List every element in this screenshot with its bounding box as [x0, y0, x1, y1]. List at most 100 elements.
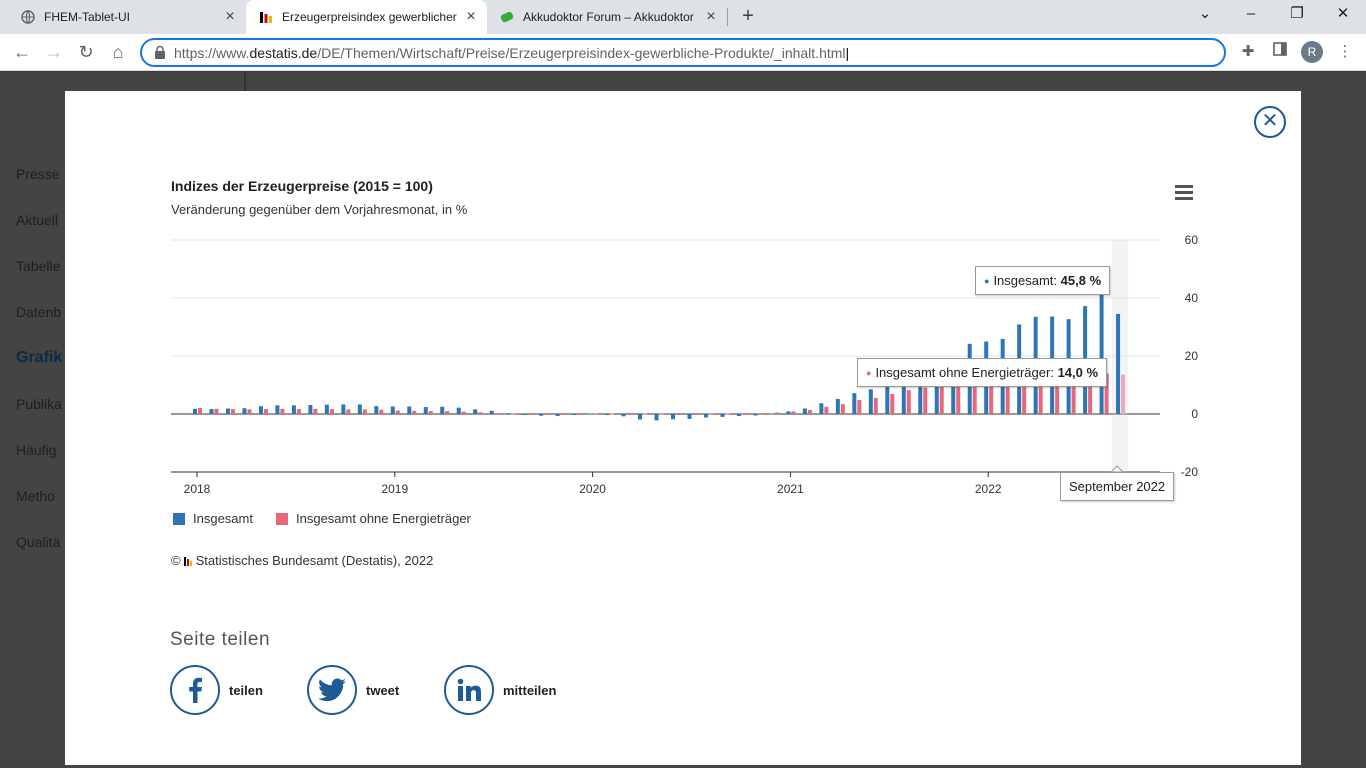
- bar-ohne-energie: [577, 414, 582, 415]
- tooltip-x-label: September 2022: [1060, 472, 1175, 501]
- bar-insgesamt: [456, 407, 461, 414]
- tab-akkudoktor[interactable]: Akkudoktor Forum – Akkudoktor ×: [487, 0, 727, 34]
- bar-insgesamt: [885, 383, 890, 414]
- background-nav-item: Häufig: [16, 442, 57, 458]
- bar-ohne-energie: [956, 382, 961, 414]
- chart-credit: © Statistisches Bundesamt (Destatis), 20…: [171, 553, 433, 568]
- bar-ohne-energie: [247, 409, 252, 414]
- background-nav-item: Datenb: [16, 304, 62, 320]
- bar-insgesamt: [275, 405, 280, 414]
- tab-fhem[interactable]: FHEM-Tablet-UI ×: [0, 0, 246, 34]
- close-tab-icon[interactable]: ×: [222, 9, 238, 25]
- legend-swatch: [173, 512, 185, 525]
- bar-ohne-energie: [725, 413, 730, 415]
- bar-ohne-energie: [857, 400, 862, 414]
- y-tick-label: 20: [1185, 349, 1199, 363]
- legend-item-ohne-energie[interactable]: Insgesamt ohne Energieträger: [276, 511, 471, 526]
- close-window-button[interactable]: ✕: [1320, 0, 1366, 30]
- bar-insgesamt: [193, 408, 197, 414]
- home-icon[interactable]: ⌂: [106, 40, 130, 64]
- x-tick-label: 2022: [975, 482, 1002, 496]
- bar-ohne-energie: [906, 390, 911, 414]
- bar-insgesamt: [802, 408, 807, 414]
- close-tab-icon[interactable]: ×: [703, 9, 719, 25]
- share-facebook-button[interactable]: teilen: [170, 665, 263, 715]
- bar-ohne-energie: [461, 411, 466, 414]
- bar-insgesamt: [753, 414, 758, 416]
- bar-insgesamt: [225, 408, 230, 414]
- bar-insgesamt: [671, 414, 676, 420]
- bar-insgesamt: [291, 405, 296, 414]
- bar-insgesamt: [374, 406, 379, 414]
- bar-ohne-energie: [560, 414, 565, 415]
- new-tab-button[interactable]: +: [737, 6, 759, 28]
- menu-dots-icon[interactable]: ⋮: [1335, 42, 1355, 62]
- bar-insgesamt: [687, 414, 692, 419]
- bar-insgesamt: [473, 409, 478, 414]
- restore-button[interactable]: ❐: [1274, 0, 1320, 30]
- bar-ohne-energie: [923, 387, 928, 414]
- tab-separator: [727, 8, 728, 26]
- close-tab-icon[interactable]: ×: [463, 9, 479, 25]
- bar-insgesamt: [638, 414, 643, 420]
- profile-avatar[interactable]: R: [1301, 41, 1323, 63]
- bar-ohne-energie: [428, 411, 433, 414]
- tab-title: Erzeugerpreisindex gewerblicher: [282, 10, 457, 24]
- share-twitter-button[interactable]: tweet: [307, 665, 399, 715]
- bar-ohne-energie: [659, 413, 664, 415]
- bar-insgesamt: [572, 414, 577, 415]
- copyright-icon: ©: [171, 553, 181, 568]
- bar-insgesamt: [440, 406, 445, 414]
- bar-insgesamt: [786, 411, 791, 414]
- bar-ohne-energie: [544, 414, 549, 415]
- tab-search-icon[interactable]: ⌄: [1182, 0, 1228, 30]
- back-icon[interactable]: ←: [10, 40, 34, 64]
- bar-ohne-energie: [494, 413, 499, 415]
- tab-title: FHEM-Tablet-UI: [44, 10, 131, 24]
- forward-icon[interactable]: →: [42, 40, 66, 64]
- bar-insgesamt: [703, 414, 708, 418]
- side-panel-icon[interactable]: [1270, 42, 1290, 62]
- url-text: https://www.destatis.de/DE/Themen/Wirtsc…: [174, 45, 850, 61]
- legend-item-insgesamt[interactable]: Insgesamt: [173, 511, 253, 526]
- bar-ohne-energie: [362, 409, 367, 414]
- bar-ohne-energie: [329, 409, 334, 414]
- tooltip-ohne-energie: ● Insgesamt ohne Energieträger: 14,0 %: [857, 358, 1108, 387]
- bar-insgesamt: [341, 404, 346, 414]
- x-tick-label: 2021: [777, 482, 804, 496]
- bar-insgesamt: [423, 407, 428, 414]
- bar-insgesamt: [242, 408, 247, 414]
- bar-ohne-energie: [346, 409, 351, 414]
- bar-ohne-energie: [791, 411, 796, 414]
- bar-insgesamt: [819, 403, 824, 414]
- bar-insgesamt: [605, 414, 610, 415]
- share-label: teilen: [229, 682, 263, 698]
- credit-text: Statistisches Bundesamt (Destatis), 2022: [195, 553, 434, 568]
- tab-destatis[interactable]: Erzeugerpreisindex gewerblicher ×: [246, 0, 487, 34]
- minimize-button[interactable]: –: [1228, 0, 1274, 30]
- bar-ohne-energie: [807, 409, 812, 414]
- extensions-icon[interactable]: ✚: [1238, 42, 1258, 62]
- bar-insgesamt: [736, 414, 741, 417]
- background-nav-item: Presse: [16, 166, 60, 182]
- bar-insgesamt: [720, 414, 725, 417]
- tooltip-insgesamt: ● Insgesamt: 45,8 %: [975, 266, 1111, 295]
- share-linkedin-button[interactable]: mitteilen: [444, 665, 556, 715]
- destatis-logo-icon: [183, 556, 193, 566]
- bar-insgesamt: [769, 413, 774, 415]
- bar-ohne-energie: [774, 412, 779, 414]
- bar-insgesamt: [209, 409, 214, 414]
- share-title: Seite teilen: [170, 629, 271, 650]
- bar-insgesamt: [852, 393, 857, 414]
- bar-ohne-energie: [676, 414, 681, 415]
- address-bar[interactable]: https://www.destatis.de/DE/Themen/Wirtsc…: [140, 38, 1226, 67]
- reload-icon[interactable]: ↻: [74, 40, 98, 64]
- background-nav-item-active: Grafik: [16, 349, 63, 366]
- bar-ohne-energie: [478, 412, 483, 414]
- tab-title: Akkudoktor Forum – Akkudoktor: [523, 10, 694, 24]
- bar-insgesamt: [324, 404, 329, 414]
- bar-ohne-energie: [412, 410, 417, 414]
- background-divider: [244, 72, 246, 92]
- bar-insgesamt: [308, 405, 313, 414]
- bar-ohne-energie: [692, 414, 697, 415]
